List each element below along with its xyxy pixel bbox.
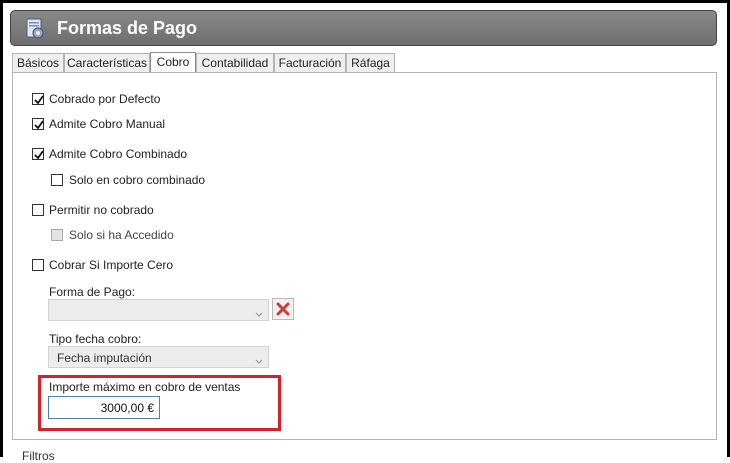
checkmark-icon	[34, 95, 44, 105]
tab-rafaga[interactable]: Ráfaga	[346, 53, 395, 72]
clear-forma-de-pago-button[interactable]	[272, 298, 294, 320]
tipo-fecha-cobro-value: Fecha imputación	[57, 351, 152, 365]
permitir-no-cobrado-checkbox[interactable]	[32, 204, 44, 216]
tab-facturacion[interactable]: Facturación	[274, 53, 346, 72]
permitir-no-cobrado-label: Permitir no cobrado	[49, 203, 154, 217]
importe-maximo-input[interactable]: 3000,00 €	[48, 396, 160, 419]
admite-cobro-manual-label: Admite Cobro Manual	[49, 117, 166, 131]
solo-si-ha-accedido-checkbox	[51, 229, 63, 241]
tab-cobro[interactable]: Cobro	[150, 52, 196, 73]
window-title: Formas de Pago	[57, 18, 198, 38]
chevron-down-icon	[255, 307, 263, 321]
cobrar-si-importe-cero-label: Cobrar Si Importe Cero	[49, 258, 174, 272]
admite-cobro-manual-checkbox[interactable]	[32, 118, 44, 130]
admite-cobro-combinado-label: Admite Cobro Combinado	[49, 147, 188, 161]
tab-basicos[interactable]: Básicos	[12, 53, 64, 72]
forma-de-pago-select[interactable]	[48, 299, 269, 321]
checkmark-icon	[34, 150, 44, 160]
cobrado-por-defecto-label: Cobrado por Defecto	[49, 92, 161, 106]
close-icon	[276, 302, 290, 316]
chevron-down-icon	[255, 354, 263, 368]
tipo-fecha-cobro-select[interactable]: Fecha imputación	[48, 346, 269, 368]
importe-maximo-label: Importe máximo en cobro de ventas	[49, 380, 241, 394]
cobrado-por-defecto-checkbox[interactable]	[32, 93, 44, 105]
checkmark-icon	[34, 120, 44, 130]
solo-en-cobro-combinado-checkbox[interactable]	[51, 174, 63, 186]
filtros-section-label: Filtros	[22, 449, 55, 463]
admite-cobro-combinado-checkbox[interactable]	[32, 148, 44, 160]
tab-contabilidad[interactable]: Contabilidad	[196, 53, 274, 72]
solo-en-cobro-combinado-label: Solo en cobro combinado	[69, 173, 206, 187]
cobrar-si-importe-cero-checkbox[interactable]	[32, 259, 44, 271]
solo-si-ha-accedido-label: Solo si ha Accedido	[69, 228, 174, 242]
tab-caracteristicas[interactable]: Características	[64, 53, 150, 72]
importe-maximo-value: 3000,00 €	[100, 401, 154, 415]
tipo-fecha-cobro-label: Tipo fecha cobro:	[49, 332, 142, 346]
gear-document-icon	[24, 18, 46, 40]
forma-de-pago-label: Forma de Pago:	[49, 285, 136, 299]
title-bar: Formas de Pago	[10, 10, 717, 46]
